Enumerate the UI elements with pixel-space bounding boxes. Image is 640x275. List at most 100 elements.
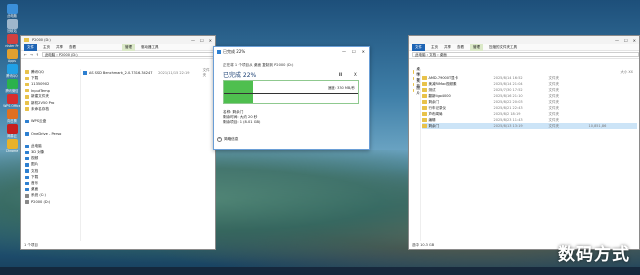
nav-item[interactable] (409, 199, 420, 205)
desktop-icon[interactable]: 腾讯微信 (2, 79, 22, 94)
window-controls[interactable]: — ☐ ✕ (615, 38, 639, 43)
tab-drive-tools[interactable]: 驱动器工具 (141, 45, 159, 50)
right-ribbon: 文件 主页 共享 查看 管理 压缩的文件夹工具 (409, 43, 639, 51)
desktop-icon[interactable]: WPS Office (2, 94, 22, 109)
nav-item-label: 腾讯QQ (31, 69, 44, 74)
cell-type: 文件夹 (548, 99, 560, 104)
folder-icon (422, 100, 427, 104)
maximize-icon[interactable]: ☐ (352, 49, 356, 54)
forward-arrow-icon[interactable]: → (30, 53, 33, 57)
nav-item-label: 文档 (31, 168, 39, 173)
left-titlebar[interactable]: P2000 (D:) — ☐ ✕ (21, 36, 215, 44)
cell-type: 文件夹 (548, 123, 560, 128)
app-icon (6, 109, 18, 119)
folder-icon (25, 163, 29, 167)
cell-size: 10,851,86 (588, 124, 607, 128)
speed-label: 速度: 330 MB/秒 (327, 86, 355, 90)
minimize-icon[interactable]: — (191, 38, 195, 43)
folder-icon (25, 175, 29, 180)
left-ribbon: 文件 主页 共享 查看 管理 驱动器工具 (21, 43, 215, 51)
progress-fill (224, 81, 254, 103)
desktop-icon[interactable]: Apps (2, 49, 22, 64)
folder-icon (422, 82, 427, 86)
tab-share[interactable]: 共享 (444, 45, 451, 50)
maximize-icon[interactable]: ☐ (200, 38, 204, 43)
pause-button[interactable]: II (339, 72, 342, 77)
nav-item-label: 此电脑 (31, 143, 42, 148)
tab-home[interactable]: 主页 (431, 45, 438, 50)
less-details-button[interactable]: ^ 简略信息 (217, 137, 238, 142)
address-path[interactable]: 此电脑 › 文档 › 桌面 (412, 52, 639, 57)
left-explorer-window[interactable]: P2000 (D:) — ☐ ✕ 文件 主页 共享 查看 管理 驱动器工具 ← … (20, 35, 216, 250)
close-icon[interactable]: ✕ (209, 38, 212, 43)
app-icon (6, 34, 18, 44)
folder-icon (24, 38, 29, 42)
desktop-icon[interactable]: 腾讯QQ (2, 64, 22, 79)
items-remaining-label: 剩余项目: 1 (8.01 GB) (223, 120, 261, 124)
tab-compressed-tools[interactable]: 压缩的文件夹工具 (489, 45, 517, 50)
tab-file[interactable]: 文件 (412, 43, 425, 51)
close-icon[interactable]: ✕ (362, 49, 365, 54)
cell-date: 2025/8/23 11:43 (493, 118, 523, 122)
back-arrow-icon[interactable]: ← (24, 53, 27, 57)
tab-file[interactable]: 文件 (24, 43, 37, 51)
app-icon (6, 79, 18, 89)
up-arrow-icon[interactable]: ↑ (36, 53, 39, 57)
nav-item-label: 未命名存档 (31, 106, 49, 111)
cell-type: 文件夹 (548, 117, 560, 122)
desktop-icon[interactable]: nister Pr (2, 34, 22, 49)
app-icon (6, 139, 18, 149)
cell-date: 2025/8/2 18:19 (493, 112, 521, 116)
maximize-icon[interactable]: ☐ (624, 38, 628, 43)
desktop-icon[interactable]: Chrome (2, 139, 22, 154)
nav-item-label: WPS云盘 (31, 119, 47, 124)
desktop-icon[interactable]: 回收站 (2, 19, 22, 34)
cell-name: 美减RIMac视频素 (428, 81, 457, 86)
cell-date: 2025/8/14 21:04 (493, 82, 523, 86)
tab-view[interactable]: 查看 (69, 45, 76, 50)
folder-icon (25, 156, 29, 161)
tab-manage-group[interactable]: 管理 (470, 43, 483, 51)
nav-item[interactable]: P2000 (D:) (21, 199, 80, 205)
nav-item-label: 新机2V50 Pro (31, 100, 55, 105)
cell-date: 2025/8/16 21:10 (493, 94, 523, 98)
file-row[interactable]: AS SSD Benchmark_2.0.7316.34247 2021/11/… (83, 68, 213, 77)
folder-icon (413, 76, 415, 81)
dialog-titlebar[interactable]: 已完成 22% — ☐ ✕ (214, 47, 369, 56)
folder-icon (422, 88, 427, 92)
nav-item-label: InputTemp (31, 88, 50, 93)
folder-icon (25, 88, 29, 93)
right-explorer-window[interactable]: — ☐ ✕ 文件 主页 共享 查看 管理 压缩的文件夹工具 此电脑 › 文档 ›… (408, 35, 640, 250)
folder-icon (422, 76, 427, 80)
app-file-icon (83, 71, 87, 75)
address-path[interactable]: 此电脑 › P2000 (D:) (41, 52, 215, 57)
tab-home[interactable]: 主页 (43, 45, 50, 50)
transfer-speed-chart: 速度: 330 MB/秒 (223, 80, 359, 104)
tab-share[interactable]: 共享 (56, 45, 63, 50)
right-titlebar[interactable]: — ☐ ✕ (409, 36, 639, 44)
nav-item-label: 图片 (31, 162, 39, 167)
tab-view[interactable]: 查看 (457, 45, 464, 50)
taskbar[interactable] (0, 267, 640, 275)
folder-icon (422, 112, 427, 116)
stop-button[interactable]: X (354, 72, 357, 77)
cell-name: 测试 (428, 87, 436, 92)
window-controls[interactable]: — ☐ ✕ (191, 38, 215, 43)
folder-icon (25, 144, 29, 149)
desktop-icon[interactable]: 此电脑 (2, 4, 22, 19)
close-icon[interactable]: ✕ (633, 38, 636, 43)
desktop-icon[interactable]: 网易云 (2, 124, 22, 139)
app-icon (6, 64, 18, 74)
cell-type: 文件夹 (548, 87, 560, 92)
nav-item-label: 3D 对象 (31, 150, 45, 155)
copy-progress-dialog[interactable]: 已完成 22% — ☐ ✕ 正在将 1 个项目从 桌面 复制到 P2000 (D… (213, 46, 370, 150)
folder-icon (25, 82, 29, 87)
folder-icon (25, 187, 29, 192)
table-row[interactable]: 剩余门 2025/8/13 13:19 文件夹 10,851,86 (422, 123, 637, 129)
tab-manage-group[interactable]: 管理 (122, 43, 135, 51)
minimize-icon[interactable]: — (615, 38, 619, 43)
desktop-icon[interactable]: 向日葵 (2, 109, 22, 124)
cell-name: 剩余门 (428, 99, 440, 104)
right-file-list: AMD-79000T显卡 2025/8/14 16:52 文件夹 美减RIMac视频素… (422, 75, 637, 129)
minimize-icon[interactable]: — (342, 49, 346, 54)
